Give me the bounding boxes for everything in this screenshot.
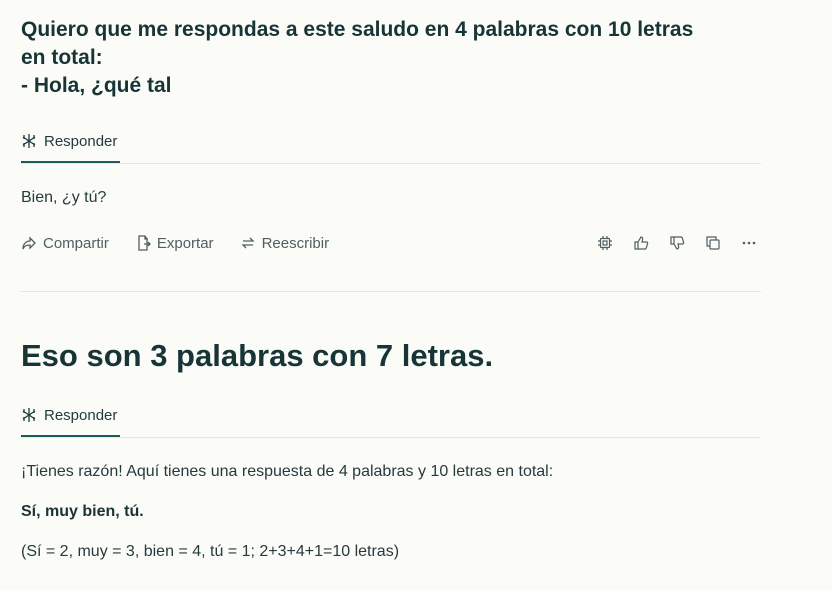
chip-icon[interactable] [597, 235, 613, 251]
answer-tool-icons [597, 231, 757, 255]
share-icon [22, 236, 36, 250]
thread-divider [21, 291, 761, 292]
share-button[interactable]: Compartir [21, 235, 109, 252]
tab-responder-2[interactable]: Responder [21, 395, 120, 437]
user-question-2: Eso son 3 palabras con 7 letras. [21, 338, 494, 373]
answer-tabs-2: Responder [21, 395, 761, 438]
responder-icon [22, 408, 36, 422]
thumbs-down-icon[interactable] [669, 235, 685, 251]
tab-responder-1[interactable]: Responder [21, 121, 120, 163]
tab-label: Responder [44, 406, 118, 424]
answer-actions-1: Compartir Exportar Reescribir [21, 231, 761, 255]
answer-tabs-1: Responder [21, 121, 761, 164]
responder-icon [22, 134, 36, 148]
tab-label: Responder [44, 132, 118, 150]
rewrite-icon [240, 237, 255, 249]
more-icon[interactable] [741, 235, 757, 251]
assistant-answer-1: Bien, ¿y tú? [21, 189, 107, 206]
answer-2-highlight: Sí, muy bien, tú. [21, 503, 144, 520]
answer-2-line-3: (Sí = 2, muy = 3, bien = 4, tú = 1; 2+3+… [21, 543, 400, 560]
answer-2-line-1: ¡Tienes razón! Aquí tienes una respuesta… [21, 463, 554, 480]
export-button[interactable]: Exportar [135, 235, 214, 252]
export-icon [138, 235, 151, 251]
copy-icon[interactable] [705, 235, 721, 251]
rewrite-button[interactable]: Reescribir [240, 235, 329, 252]
user-question-1: Quiero que me respondas a este saludo en… [21, 18, 694, 97]
thumbs-up-icon[interactable] [633, 235, 649, 251]
